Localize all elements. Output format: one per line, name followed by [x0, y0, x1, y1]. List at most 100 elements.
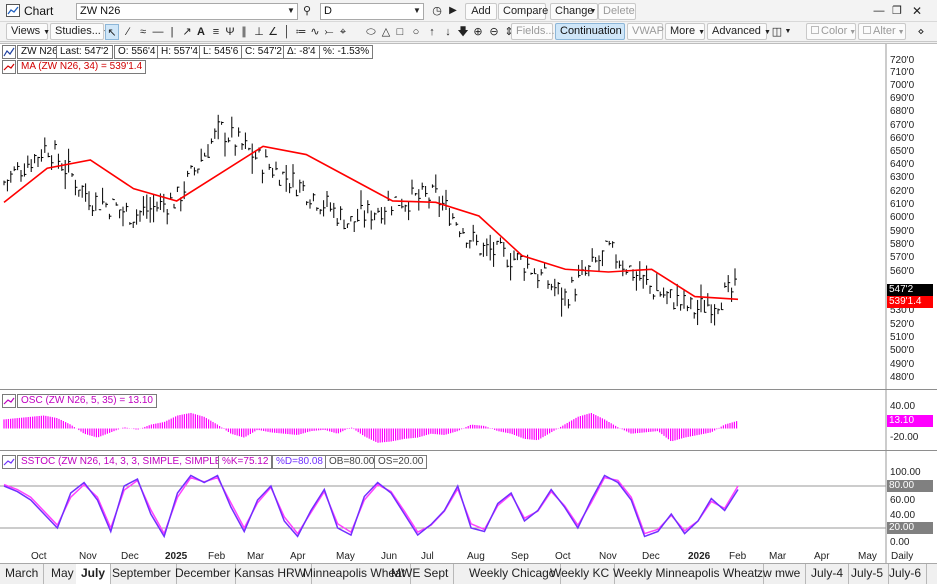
tab-may[interactable]: May [46, 564, 80, 584]
tab-september[interactable]: September [107, 564, 177, 584]
ohlc-bar [329, 202, 333, 212]
vwap-button[interactable]: VWAP [627, 23, 664, 40]
ohlc-bar [40, 149, 44, 162]
zoom-out-icon[interactable]: ⊖ [487, 24, 501, 40]
circle-tool-icon[interactable]: ○ [409, 24, 423, 40]
arrow-tool-icon[interactable]: ↗ [180, 24, 194, 40]
price-legend-icon[interactable] [2, 45, 16, 59]
time-axis-label: May [858, 551, 877, 562]
continuation-button[interactable]: Continuation [555, 23, 625, 40]
speedline-tool-icon[interactable]: ⤚ [322, 24, 336, 40]
zoom-in-icon[interactable]: ⊕ [471, 24, 485, 40]
chart-area[interactable]: ZW N26 Last: 547'2 O: 556'4 H: 557'4 L: … [0, 43, 937, 564]
rectangle-tool-icon[interactable]: □ [393, 24, 407, 40]
tab-weekly-kc[interactable]: Weekly KC [545, 564, 616, 584]
sine-tool-icon[interactable]: ∿ [308, 24, 322, 40]
alter-button[interactable]: Alter ▼ [858, 23, 906, 40]
horizontal-line-icon[interactable]: — [151, 24, 165, 40]
add-button[interactable]: Add [465, 3, 497, 20]
time-axis-label: 2025 [165, 551, 188, 562]
ohlc-bar [81, 185, 85, 198]
gann-tool-icon[interactable]: ∠ [266, 24, 280, 40]
line-tool-icon[interactable]: ∕ [121, 24, 135, 40]
ohlc-bar [421, 182, 425, 190]
tab-zw-mwe[interactable]: zw mwe [752, 564, 807, 584]
ohlc-bar [622, 260, 625, 277]
tab-march[interactable]: March [0, 564, 45, 584]
ohlc-bar [408, 201, 411, 221]
ohlc-bar [54, 140, 57, 150]
chart-canvas[interactable] [0, 44, 937, 564]
tab-july-4[interactable]: July-4 [806, 564, 850, 584]
ma-legend-icon[interactable] [2, 60, 16, 74]
ellipse-tool-icon[interactable]: ⬭ [364, 24, 378, 40]
ohlc-bar [180, 197, 183, 212]
ohlc-bar [125, 202, 129, 212]
tab-july-6[interactable]: July-6 [884, 564, 928, 584]
compare-button[interactable]: Compare [498, 3, 548, 20]
time-axis-label: Dec [642, 551, 660, 562]
minimize-icon[interactable]: — [872, 3, 886, 19]
tab-july-5[interactable]: July-5 [846, 564, 890, 584]
sstoc-legend-icon[interactable] [2, 455, 16, 469]
symbol-field[interactable]: ZW N26 [76, 3, 298, 20]
pin-icon[interactable]: ⋄ [914, 24, 928, 40]
ohlc-bar [663, 287, 666, 298]
ohlc-bar [578, 264, 581, 278]
ohlc-bar [292, 164, 295, 188]
osc-legend-icon[interactable] [2, 394, 16, 408]
arrow-down-bold-icon[interactable]: 🡇 [456, 24, 470, 40]
layout-chevron-icon[interactable]: ▼ [783, 24, 793, 40]
ohlc-bar [605, 240, 608, 242]
ohlc-bar [561, 287, 564, 317]
play-icon[interactable]: ▶ [446, 3, 460, 19]
interval-field[interactable]: D [320, 3, 424, 20]
symbol-dropdown-chevron-icon[interactable]: ▼ [284, 3, 298, 19]
layout-icon[interactable]: ◫ [770, 24, 784, 40]
ohlc-bar [612, 241, 615, 248]
ohlc-bar [493, 241, 496, 267]
text-tool-icon[interactable]: A [194, 24, 208, 40]
tab-december[interactable]: December [170, 564, 237, 584]
pane-separator-osc[interactable] [0, 389, 937, 390]
ohlc-bar [690, 296, 693, 310]
triangle-tool-icon[interactable]: △ [379, 24, 393, 40]
price-axis-label: 670'0 [890, 120, 915, 131]
interval-dropdown-chevron-icon[interactable]: ▼ [410, 3, 424, 19]
delete-button[interactable]: Delete [598, 3, 636, 20]
vertical-line-icon[interactable]: | [165, 24, 179, 40]
alert-tool-icon[interactable]: ⌖ [336, 24, 350, 40]
cursor-arrow-icon[interactable]: ↖ [105, 24, 119, 40]
close-icon[interactable]: ✕ [910, 3, 924, 19]
time-axis-label: Feb [729, 551, 747, 562]
tab-july[interactable]: July [76, 564, 112, 584]
legend-ma: MA (ZW N26, 34) = 539'1.4 [17, 60, 147, 74]
symbol-search-icon[interactable]: ⚲ [300, 3, 314, 19]
fibonacci-tool-icon[interactable]: ≡ [209, 24, 223, 40]
regression-tool-icon[interactable]: ≔ [294, 24, 308, 40]
arrow-down-icon[interactable]: ↓ [441, 24, 455, 40]
tab-weekly-minneapolis-wheat[interactable]: Weekly Minneapolis Wheat [608, 564, 764, 584]
tab-mwe-sept[interactable]: MWE Sept [386, 564, 455, 584]
restore-icon[interactable]: ❐ [890, 3, 904, 19]
price-axis-label: 580'0 [890, 239, 915, 250]
cycle-tool-icon[interactable]: ⊥ [252, 24, 266, 40]
ohlc-bar [438, 196, 442, 217]
freehand-tool-icon[interactable]: ≈ [136, 24, 150, 40]
ohlc-bar [146, 194, 149, 219]
color-button[interactable]: Color ▼ [806, 23, 856, 40]
ohlc-bar [479, 253, 482, 256]
pane-separator-stoch[interactable] [0, 450, 937, 451]
studies-button[interactable]: Studies...▼ [50, 23, 110, 40]
more-button[interactable]: More ▼ [665, 23, 705, 40]
history-clock-icon[interactable]: ◷ [430, 3, 444, 19]
views-button[interactable]: Views ▼ [6, 23, 50, 40]
advanced-button[interactable]: Advanced ▼ [707, 23, 771, 40]
fields-button[interactable]: Fields... [511, 23, 555, 40]
ohlc-bar [187, 170, 190, 177]
arrow-up-icon[interactable]: ↑ [425, 24, 439, 40]
pitchfork-tool-icon[interactable]: Ψ [223, 24, 237, 40]
change-chevron-icon[interactable]: ▼ [588, 4, 598, 20]
channel-tool-icon[interactable]: ∥ [237, 24, 251, 40]
measure-tool-icon[interactable]: │ [280, 24, 294, 40]
